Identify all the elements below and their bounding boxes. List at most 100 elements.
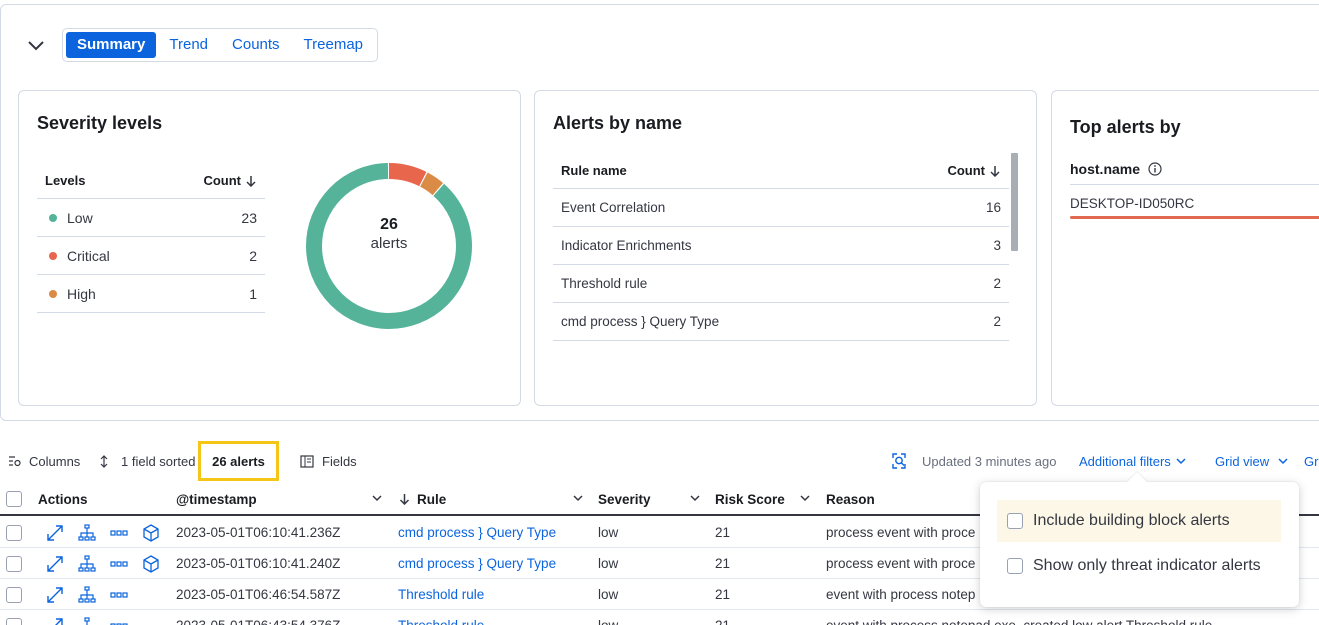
- timestamp-cell: 2023-05-01T06:43:54.376Z: [176, 610, 340, 625]
- view-tabs: Summary Trend Counts Treemap: [62, 28, 379, 62]
- top-alerts-card: Top alerts by host.name DESKTOP-ID050RC: [1051, 90, 1319, 406]
- group-field-label: host.name: [1070, 161, 1141, 177]
- sort-down-arrow-icon: [399, 494, 410, 505]
- table-row[interactable]: Indicator Enrichments 3: [553, 227, 1009, 265]
- include-building-block-checkbox[interactable]: [1007, 513, 1023, 529]
- count-column-header[interactable]: Count: [203, 173, 257, 188]
- risk-score-column-header[interactable]: Risk Score: [715, 484, 785, 514]
- levels-column-header[interactable]: Levels: [45, 173, 85, 188]
- sort-down-arrow-icon: [246, 175, 256, 187]
- chevron-down-icon[interactable]: [689, 492, 701, 504]
- risk-score-cell: 21: [715, 525, 731, 540]
- select-all-checkbox[interactable]: [6, 484, 22, 514]
- analyze-graph-icon[interactable]: [78, 523, 96, 542]
- expand-icon[interactable]: [46, 524, 64, 542]
- chevron-down-icon: [1176, 457, 1186, 464]
- summary-panel: Summary Trend Counts Treemap Severity le…: [0, 4, 1319, 421]
- table-scrollbar[interactable]: [1011, 153, 1018, 251]
- rule-link[interactable]: Threshold rule: [398, 610, 484, 625]
- sort-down-arrow-icon: [990, 165, 1000, 177]
- severity-cell: low: [598, 556, 619, 571]
- session-view-icon[interactable]: [142, 523, 160, 542]
- expand-icon[interactable]: [46, 555, 64, 573]
- expand-icon[interactable]: [46, 586, 64, 604]
- rule-name-column-header[interactable]: Rule name: [561, 163, 627, 178]
- sort-fields-button[interactable]: 1 field sorted: [99, 441, 195, 481]
- tab-counts[interactable]: Counts: [221, 32, 291, 58]
- session-view-icon[interactable]: [142, 554, 160, 573]
- risk-score-cell: 21: [715, 610, 730, 625]
- tab-treemap[interactable]: Treemap: [293, 32, 374, 58]
- expand-icon[interactable]: [46, 617, 64, 625]
- analyze-graph-icon[interactable]: [78, 554, 96, 573]
- table-row[interactable]: 2023-05-01T06:43:54.376Z Threshold rule …: [0, 610, 1319, 625]
- reason-column-header[interactable]: Reason: [826, 484, 875, 514]
- columns-icon: [9, 456, 21, 467]
- count-column-header[interactable]: Count: [947, 163, 1001, 178]
- chevron-down-icon: [1278, 457, 1288, 464]
- table-row[interactable]: Threshold rule 2: [553, 265, 1009, 303]
- collapse-toggle-button[interactable]: [25, 35, 47, 57]
- reason-cell: event with process notepad.exe, created …: [826, 610, 1216, 625]
- low-severity-dot: [49, 213, 57, 222]
- severity-levels-card: Severity levels Levels Count Low 23 Crit…: [18, 90, 521, 406]
- count-header-label: Count: [947, 163, 985, 178]
- timestamp-cell: 2023-05-01T06:46:54.587Z: [176, 587, 341, 602]
- severity-label: High: [67, 285, 96, 302]
- rule-link[interactable]: cmd process } Query Type: [398, 517, 556, 548]
- critical-severity-dot: [49, 251, 57, 260]
- severity-label: Low: [67, 209, 93, 226]
- count-header-label: Count: [203, 173, 241, 188]
- row-checkbox[interactable]: [6, 517, 22, 548]
- sort-icon: [100, 454, 108, 468]
- severity-cell: low: [598, 610, 618, 625]
- rule-name: Indicator Enrichments: [561, 238, 692, 253]
- chevron-down-icon[interactable]: [572, 492, 584, 504]
- table-row[interactable]: Low 23: [37, 199, 265, 237]
- table-row[interactable]: High 1: [37, 275, 265, 313]
- analyze-graph-icon[interactable]: [78, 616, 96, 625]
- columns-button[interactable]: Columns: [8, 441, 80, 481]
- severity-count: 1: [249, 285, 257, 302]
- rule-link[interactable]: cmd process } Query Type: [398, 548, 556, 579]
- severity-column-header[interactable]: Severity: [598, 484, 651, 514]
- row-checkbox[interactable]: [6, 548, 22, 579]
- alert-count-badge: 26 alerts: [198, 441, 279, 481]
- tab-trend[interactable]: Trend: [158, 32, 219, 58]
- inspect-icon[interactable]: [890, 452, 908, 470]
- sorted-label: 1 field sorted: [121, 453, 196, 469]
- more-actions-icon[interactable]: [110, 529, 128, 536]
- rule-name: cmd process } Query Type: [561, 314, 720, 329]
- group-by-button[interactable]: Gr: [1304, 441, 1318, 481]
- row-actions: [46, 610, 128, 625]
- columns-label: Columns: [29, 453, 81, 469]
- risk-score-cell: 21: [715, 556, 731, 571]
- table-row[interactable]: cmd process } Query Type 2: [553, 303, 1009, 341]
- rule-column-header[interactable]: Rule: [399, 484, 446, 514]
- severity-label: Critical: [67, 247, 110, 264]
- analyze-graph-icon[interactable]: [78, 585, 96, 604]
- table-row[interactable]: Critical 2: [37, 237, 265, 275]
- more-actions-icon[interactable]: [110, 591, 128, 598]
- host-name-value[interactable]: DESKTOP-ID050RC: [1070, 196, 1194, 211]
- include-building-block-option[interactable]: Include building block alerts: [997, 500, 1281, 542]
- fields-button[interactable]: Fields: [300, 441, 357, 481]
- chevron-down-icon[interactable]: [371, 492, 383, 504]
- risk-score-cell: 21: [715, 587, 731, 602]
- rule-link[interactable]: Threshold rule: [398, 579, 484, 610]
- row-checkbox[interactable]: [6, 579, 22, 610]
- additional-filters-popover: Include building block alerts Show only …: [980, 472, 1299, 607]
- row-checkbox[interactable]: [6, 610, 22, 625]
- timestamp-column-header[interactable]: @timestamp: [176, 484, 257, 514]
- info-icon[interactable]: [1148, 162, 1162, 176]
- table-row[interactable]: Event Correlation 16: [553, 189, 1009, 227]
- tab-summary[interactable]: Summary: [66, 32, 157, 58]
- fields-icon: [300, 454, 314, 468]
- donut-total: 26: [380, 216, 398, 233]
- grid-view-button[interactable]: Grid view: [1215, 441, 1288, 481]
- threat-indicator-checkbox[interactable]: [1007, 558, 1023, 574]
- updated-label: Updated 3 minutes ago: [922, 453, 1057, 469]
- more-actions-icon[interactable]: [110, 560, 128, 567]
- threat-indicator-option[interactable]: Show only threat indicator alerts: [997, 545, 1281, 587]
- chevron-down-icon[interactable]: [799, 492, 811, 504]
